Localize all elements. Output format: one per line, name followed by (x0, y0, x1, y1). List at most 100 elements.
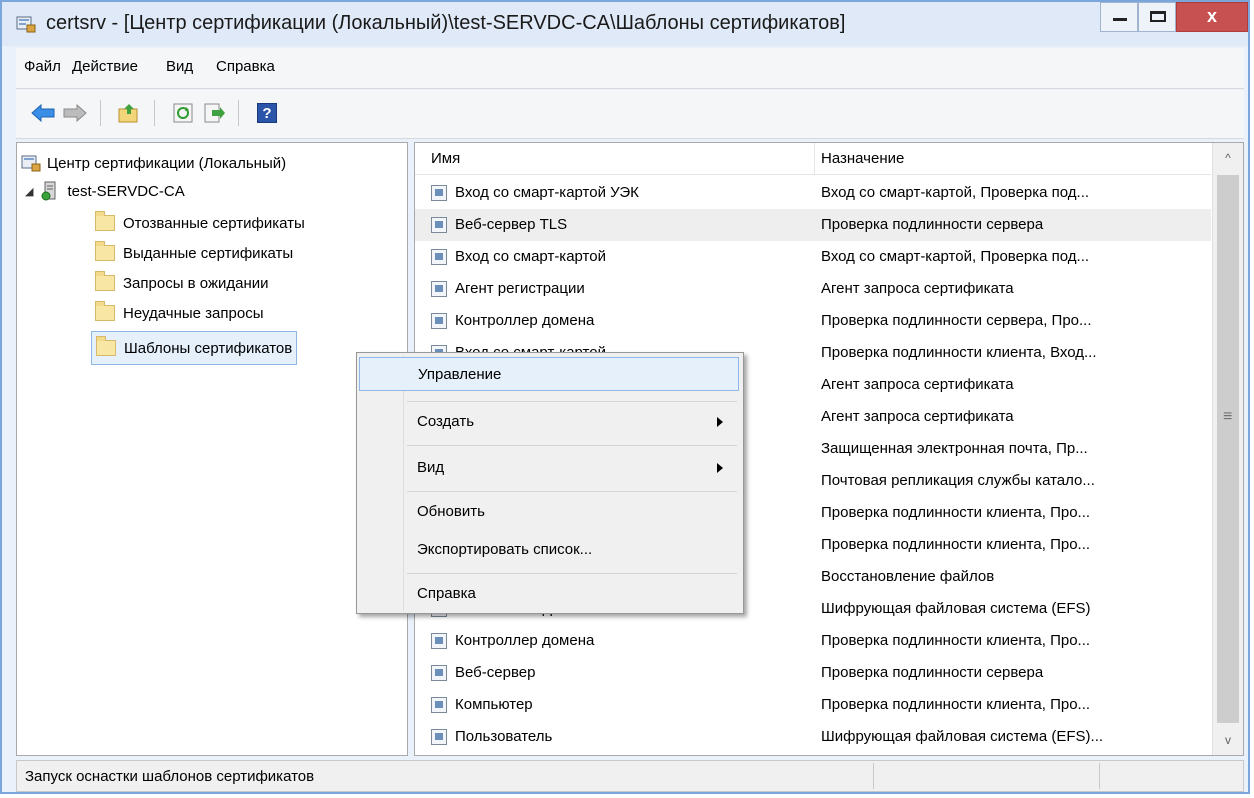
menu-item-manage[interactable]: Управление (359, 357, 739, 391)
menu-item-help[interactable]: Справка (359, 577, 739, 611)
menu-item-view[interactable]: Вид (359, 451, 739, 485)
certificate-template-icon (431, 216, 447, 233)
template-name: Веб-сервер (455, 664, 536, 681)
menu-bar: Файл Действие Вид Справка (16, 48, 1244, 89)
forward-button[interactable] (60, 98, 90, 128)
template-name-cell: Контроллер домена (431, 312, 594, 329)
template-purpose: Проверка подлинности клиента, Про... (821, 632, 1091, 649)
certificate-template-icon (431, 312, 447, 329)
close-button[interactable]: x (1176, 2, 1248, 32)
certsrv-icon (21, 155, 41, 172)
menu-view[interactable]: Вид (166, 58, 193, 75)
scroll-down-icon[interactable]: v (1213, 725, 1243, 755)
tree-folder-revoked[interactable]: Отозванные сертификаты (95, 209, 305, 237)
certificate-template-icon (431, 280, 447, 297)
status-bar: Запуск оснастки шаблонов сертификатов (16, 760, 1244, 792)
table-row[interactable]: Веб-сервер TLS Проверка подлинности серве… (415, 209, 1211, 241)
template-name-cell: Веб-сервер (431, 664, 535, 681)
tree-folder-pending[interactable]: Запросы в ожидании (95, 269, 269, 297)
table-row[interactable]: Пользователь Шифрующая файловая система (… (415, 721, 1211, 753)
tree-root-label: Центр сертификации (Локальный) (47, 154, 287, 172)
template-name: Веб-сервер TLS (455, 216, 568, 233)
close-icon: x (1207, 6, 1218, 26)
window-title: certsrv - [Центр сертификации (Локальный… (46, 12, 846, 34)
tree-folder-failed[interactable]: Неудачные запросы (95, 299, 263, 327)
template-name-cell: Веб-сервер TLS (431, 216, 567, 233)
menu-item-refresh[interactable]: Обновить (359, 495, 739, 529)
tree-folder-label: Запросы в ожидании (123, 274, 269, 292)
scroll-thumb[interactable] (1217, 175, 1239, 723)
title-bar[interactable]: certsrv - [Центр сертификации (Локальный… (2, 2, 1248, 46)
template-purpose: Почтовая репликация службы катало... (821, 472, 1095, 489)
certificate-template-icon (431, 184, 447, 201)
table-row[interactable]: Веб-сервер Проверка подлинности сервера (415, 657, 1211, 689)
certificate-template-icon (431, 632, 447, 649)
template-purpose: Восстановление файлов (821, 568, 995, 585)
tree-root[interactable]: Центр сертификации (Локальный) (21, 149, 286, 177)
template-name: Агент регистрации (455, 280, 585, 297)
tree-folder-templates[interactable]: Шаблоны сертификатов (91, 331, 298, 365)
template-name-cell: Компьютер (431, 696, 533, 713)
submenu-arrow-icon (717, 417, 723, 427)
refresh-button[interactable] (168, 98, 198, 128)
template-purpose: Проверка подлинности сервера, Про... (821, 312, 1092, 329)
table-row[interactable]: Контроллер домена Проверка подлинности се… (415, 305, 1211, 337)
template-purpose: Проверка подлинности клиента, Про... (821, 696, 1091, 713)
menu-file[interactable]: Файл (24, 58, 61, 75)
table-row[interactable]: Компьютер Проверка подлинности клиента, П… (415, 689, 1211, 721)
status-text: Запуск оснастки шаблонов сертификатов (25, 768, 315, 785)
column-header-purpose[interactable]: Назначение (815, 143, 1211, 175)
minimize-icon (1113, 18, 1127, 21)
menu-help[interactable]: Справка (216, 58, 275, 75)
forward-arrow-icon (63, 104, 87, 122)
table-row[interactable]: Агент регистрации Агент запроса сертифика… (415, 273, 1211, 305)
tree-folder-label: Выданные сертификаты (123, 244, 294, 262)
folder-icon (96, 336, 116, 356)
table-row[interactable]: Вход со смарт-картой УЭК Вход со смарт-ка… (415, 177, 1211, 209)
refresh-icon (173, 103, 193, 123)
table-row[interactable]: Контроллер домена Проверка подлинности кл… (415, 625, 1211, 657)
scroll-up-icon[interactable]: ^ (1213, 143, 1243, 173)
export-list-button[interactable] (200, 98, 230, 128)
tree-folder-label: Отозванные сертификаты (123, 214, 305, 232)
help-button[interactable]: ? (252, 98, 282, 128)
menu-separator (407, 573, 737, 574)
template-purpose: Проверка подлинности сервера (821, 664, 1044, 681)
template-purpose: Шифрующая файловая система (EFS) (821, 600, 1091, 617)
up-button[interactable] (114, 98, 144, 128)
scroll-grip-icon: ≡ (1223, 408, 1233, 425)
certificate-template-icon (431, 248, 447, 265)
template-purpose: Проверка подлинности клиента, Вход... (821, 344, 1097, 361)
menu-item-export-list[interactable]: Экспортировать список... (359, 533, 739, 567)
toolbar-separator (100, 100, 101, 126)
console-tree[interactable]: Центр сертификации (Локальный) ◢ test-SE… (16, 142, 408, 756)
expand-icon[interactable]: ◢ (25, 185, 33, 198)
template-name-cell: Вход со смарт-картой (431, 248, 606, 265)
help-icon: ? (257, 103, 277, 123)
menu-action[interactable]: Действие (72, 58, 138, 75)
maximize-button[interactable] (1138, 2, 1176, 32)
tree-ca-node[interactable]: ◢ test-SERVDC-CA (25, 177, 185, 205)
minimize-button[interactable] (1100, 2, 1138, 32)
tree-folder-issued[interactable]: Выданные сертификаты (95, 239, 293, 267)
back-button[interactable] (28, 98, 58, 128)
template-name: Вход со смарт-картой УЭК (455, 184, 639, 201)
column-header-name[interactable]: Имя (415, 143, 815, 175)
folder-icon (95, 241, 115, 261)
template-purpose: Агент запроса сертификата (821, 376, 1014, 393)
status-divider (1099, 763, 1100, 789)
maximize-icon (1150, 11, 1166, 22)
menu-item-create[interactable]: Создать (359, 405, 739, 439)
vertical-scrollbar[interactable]: ^ ≡ v (1212, 143, 1243, 755)
template-purpose: Агент запроса сертификата (821, 408, 1014, 425)
menu-item-label: Создать (417, 413, 475, 430)
table-row[interactable]: Вход со смарт-картой Вход со смарт-картой… (415, 241, 1211, 273)
template-purpose: Защищенная электронная почта, Пр... (821, 440, 1088, 457)
toolbar-separator (154, 100, 155, 126)
template-name: Компьютер (455, 696, 533, 713)
context-menu: Управление Создать Вид Обновить Экспорти… (356, 352, 744, 614)
certificate-template-icon (431, 728, 447, 745)
template-purpose: Вход со смарт-картой, Проверка под... (821, 184, 1090, 201)
status-divider (873, 763, 874, 789)
tree-folder-label: Шаблоны сертификатов (124, 339, 293, 357)
